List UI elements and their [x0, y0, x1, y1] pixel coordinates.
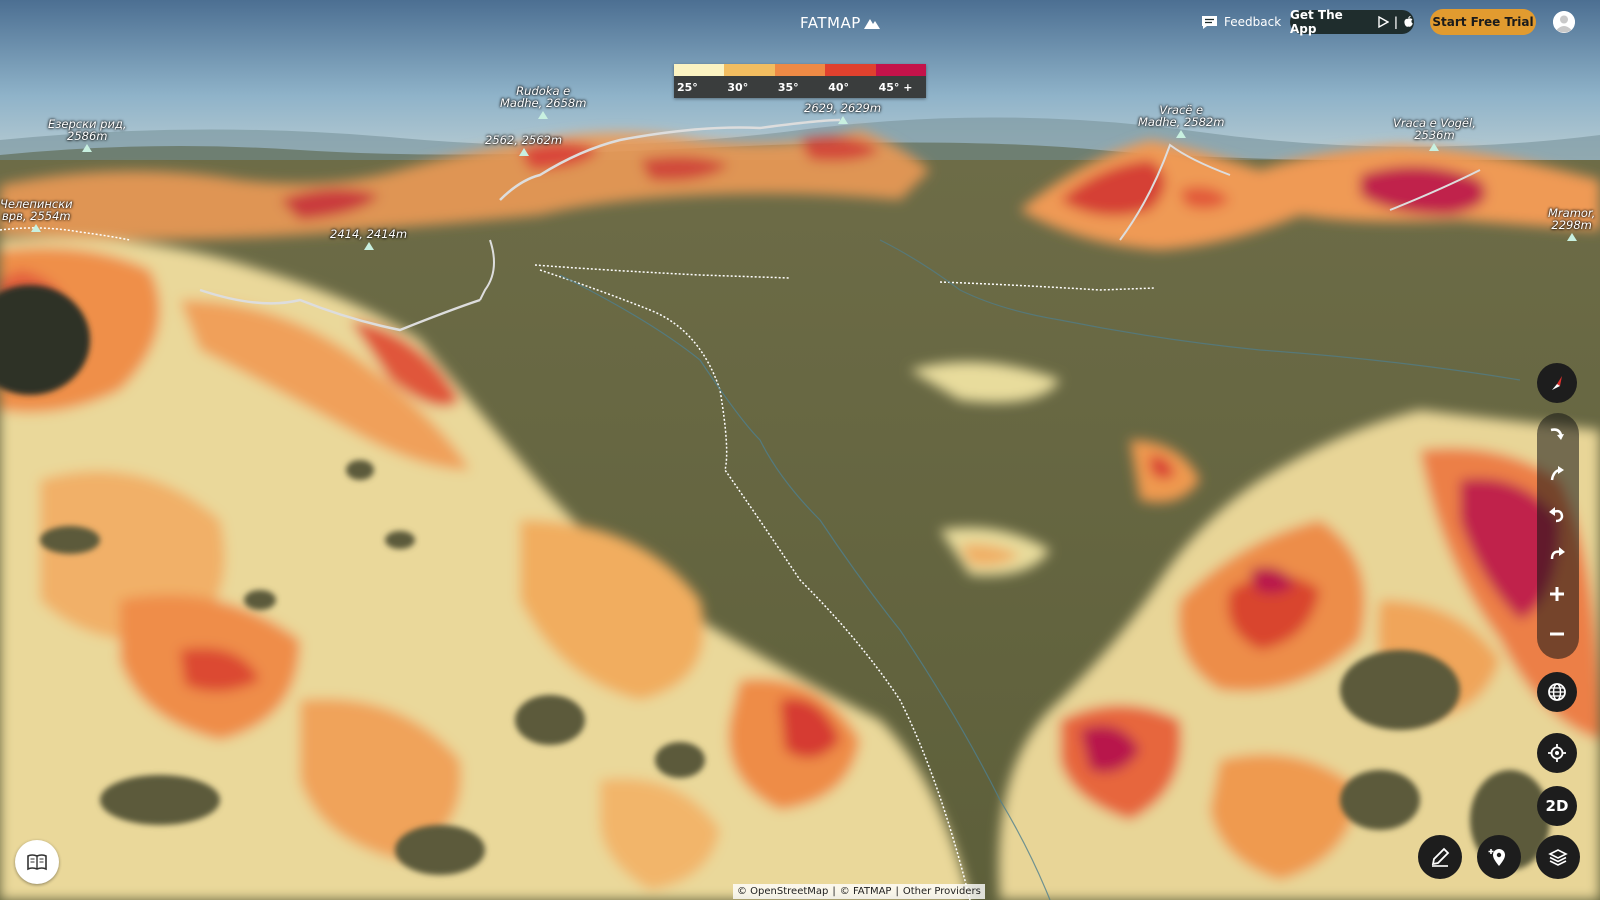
- draw-route-button[interactable]: [1418, 835, 1462, 879]
- guidebook-button[interactable]: [15, 840, 59, 884]
- user-avatar[interactable]: [1553, 11, 1575, 33]
- other-providers-link[interactable]: Other Providers: [903, 886, 981, 897]
- peak-label[interactable]: 2562, 2562m: [485, 134, 562, 156]
- osm-attribution-link[interactable]: © OpenStreetMap: [737, 886, 828, 897]
- peak-marker-icon: [538, 111, 549, 119]
- compass-button[interactable]: [1537, 363, 1577, 403]
- rotate-forward-button[interactable]: [1539, 536, 1575, 572]
- locate-me-button[interactable]: [1537, 733, 1577, 773]
- chat-bubble-icon: [1202, 15, 1217, 29]
- peak-elevation: 2586m: [67, 129, 108, 143]
- legend-label-45-plus: 45° +: [878, 80, 913, 94]
- zoom-in-button[interactable]: [1539, 576, 1575, 612]
- layers-icon: [1548, 849, 1568, 866]
- plus-icon: [1550, 587, 1564, 601]
- get-app-button[interactable]: Get The App |: [1290, 8, 1414, 36]
- zoom-out-button[interactable]: [1539, 616, 1575, 652]
- attribution-separator: |: [895, 886, 899, 897]
- peak-elevation: врв, 2554m: [2, 209, 71, 223]
- peak-marker-icon: [518, 148, 529, 156]
- feedback-label: Feedback: [1224, 15, 1282, 29]
- tilt-icon: [1550, 466, 1564, 481]
- peak-elevation: Madhe, 2582m: [1138, 115, 1225, 129]
- slope-angle-legend: 25° 30° 35° 40° 45° +: [674, 64, 927, 98]
- peak-marker-icon: [1429, 143, 1440, 151]
- peak-label[interactable]: Rudoka e Madhe, 2658m: [500, 85, 586, 119]
- peak-label[interactable]: Езерски рид, 2586m: [48, 118, 127, 152]
- fatmap-attribution-link[interactable]: © FATMAP: [840, 886, 892, 897]
- layers-button[interactable]: [1536, 835, 1580, 879]
- fatmap-logo[interactable]: FATMAP: [800, 12, 900, 34]
- rotate-left-icon: [1549, 507, 1564, 523]
- globe-icon: [1548, 683, 1566, 701]
- rotate-left-button[interactable]: [1539, 496, 1575, 532]
- globe-button[interactable]: [1537, 672, 1577, 712]
- minus-icon: [1550, 632, 1564, 636]
- trial-label: Start Free Trial: [1432, 15, 1534, 29]
- rotate-forward-icon: [1550, 547, 1565, 560]
- pencil-icon: [1431, 847, 1450, 867]
- locate-icon: [1548, 744, 1566, 762]
- terrain-map[interactable]: [0, 0, 1600, 900]
- legend-label-25: 25°: [677, 80, 698, 94]
- peak-marker-icon: [82, 144, 93, 152]
- peak-name: 2562, 2562m: [485, 133, 563, 147]
- attribution-separator: |: [832, 886, 836, 897]
- get-app-separator: |: [1393, 15, 1399, 29]
- get-app-label: Get The App: [1290, 8, 1343, 36]
- legend-swatch: [674, 64, 725, 76]
- peak-marker-icon: [363, 242, 374, 250]
- feedback-button[interactable]: Feedback: [1201, 12, 1281, 32]
- play-store-icon: [1378, 16, 1389, 28]
- legend-label-35: 35°: [777, 80, 799, 94]
- user-avatar-icon: [1553, 11, 1575, 33]
- legend-swatch: [774, 64, 826, 76]
- peak-elevation: Madhe, 2658m: [500, 96, 587, 110]
- legend-label-40: 40°: [828, 80, 850, 94]
- mountain-logo-icon: [863, 19, 880, 29]
- start-free-trial-button[interactable]: Start Free Trial: [1430, 9, 1536, 35]
- peak-marker-icon: [1176, 130, 1187, 138]
- apple-icon: [1404, 16, 1413, 27]
- 2d-toggle-button[interactable]: 2D: [1537, 786, 1577, 826]
- peak-marker-icon: [837, 116, 848, 124]
- legend-label-30: 30°: [727, 80, 749, 94]
- peak-name: 2414, 2414m: [330, 227, 408, 241]
- add-place-button[interactable]: [1477, 835, 1521, 879]
- add-pin-icon: [1488, 849, 1505, 866]
- peak-label[interactable]: Vraca e Vogël, 2536m: [1393, 117, 1476, 151]
- peak-label[interactable]: Челепински врв, 2554m: [0, 198, 73, 232]
- brand-name: FATMAP: [800, 14, 861, 32]
- peak-label[interactable]: 2414, 2414m: [330, 228, 407, 250]
- legend-swatch: [875, 64, 927, 76]
- peak-elevation: 2298m: [1551, 218, 1592, 232]
- peak-label[interactable]: Vracë e Madhe, 2582m: [1138, 104, 1224, 138]
- compass-icon: [1552, 376, 1562, 390]
- peak-label[interactable]: 2629, 2629m: [804, 102, 881, 124]
- peak-label[interactable]: Mramor, 2298m: [1548, 207, 1595, 241]
- rotate-right-icon: [1550, 428, 1564, 440]
- peak-elevation: 2536m: [1414, 128, 1455, 142]
- book-icon: [27, 854, 47, 871]
- legend-swatch: [825, 64, 876, 76]
- peak-marker-icon: [31, 224, 42, 232]
- terrain-map-canvas[interactable]: [0, 0, 1600, 900]
- map-attribution: © OpenStreetMap | © FATMAP | Other Provi…: [733, 884, 985, 899]
- rotate-right-button[interactable]: [1539, 416, 1575, 452]
- tilt-button[interactable]: [1539, 456, 1575, 492]
- peak-marker-icon: [1566, 233, 1577, 241]
- mode-label: 2D: [1545, 797, 1569, 815]
- legend-swatch: [724, 64, 775, 76]
- peak-name: 2629, 2629m: [804, 101, 882, 115]
